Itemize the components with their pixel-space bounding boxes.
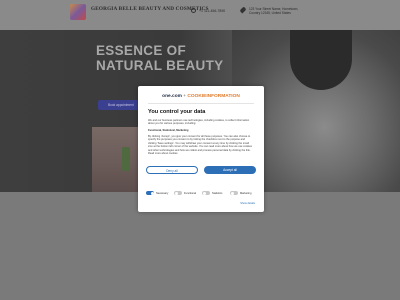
accept-all-button[interactable]: Accept all: [204, 166, 256, 174]
toggle-necessary-switch[interactable]: [146, 191, 154, 195]
location-pin-icon: [239, 6, 247, 14]
hero-portrait-hair: [290, 30, 352, 90]
phone-number[interactable]: +1 111-456-7890: [199, 9, 225, 13]
consent-purposes: Functional, Statistical, Marketing: [148, 129, 189, 132]
hero-heading: ESSENCE OF NATURAL BEAUTY: [96, 43, 224, 73]
toggle-necessary-label: Necessary: [156, 191, 169, 195]
deny-all-button[interactable]: Deny all: [146, 166, 198, 174]
consent-detail: By clicking 'Accept', you give your cons…: [148, 135, 252, 156]
toggle-necessary[interactable]: Necessary: [146, 190, 168, 196]
consent-intro: We and our business partners use technol…: [148, 119, 250, 126]
toggle-marketing-switch[interactable]: [230, 191, 238, 195]
address: 123 Your Street Name, Hometown, Country …: [249, 7, 299, 15]
consent-toggles: Necessary Functional Statistics Marketin…: [146, 190, 256, 196]
consent-title: You control your data: [148, 109, 206, 115]
show-details-link[interactable]: Show details: [240, 202, 255, 205]
consent-provider-logo: one.com + COOKIEINFORMATION: [138, 94, 264, 99]
provider-plus: +: [183, 94, 187, 99]
dialog-divider: [148, 103, 254, 104]
phone-icon: [191, 8, 196, 13]
toggle-statistics[interactable]: Statistics: [202, 190, 222, 196]
provider-cookieinformation: COOKIEINFORMATION: [187, 94, 240, 99]
cookie-consent-dialog: one.com + COOKIEINFORMATION You control …: [138, 86, 264, 212]
toggle-marketing-label: Marketing: [240, 191, 252, 195]
toggle-marketing[interactable]: Marketing: [230, 190, 251, 196]
toggle-statistics-switch[interactable]: [202, 191, 210, 195]
brand-logo[interactable]: [70, 4, 86, 20]
toggle-statistics-label: Statistics: [212, 191, 223, 195]
toggle-functional[interactable]: Functional: [174, 190, 196, 196]
toggle-functional-label: Functional: [184, 191, 196, 195]
provider-onecom: one.com: [162, 94, 182, 99]
toggle-functional-switch[interactable]: [174, 191, 182, 195]
site-header: GEORGIA BELLE BEAUTY AND COSMETICS +1 11…: [0, 0, 400, 30]
